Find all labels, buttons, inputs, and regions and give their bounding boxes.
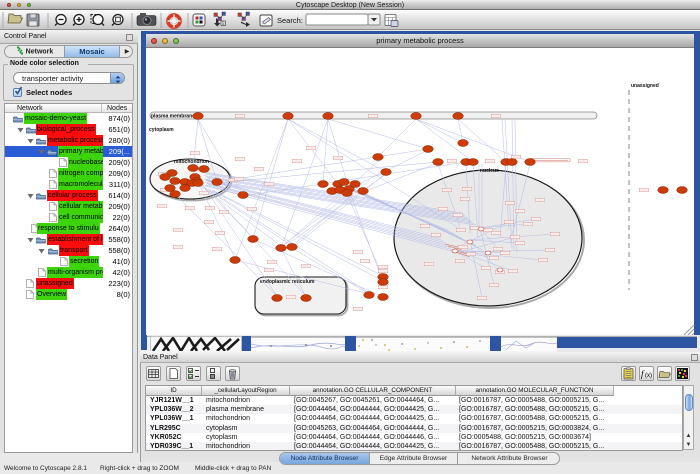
svg-text:cytoplasm: cytoplasm: [149, 127, 174, 133]
svg-text:unassigned: unassigned: [631, 83, 659, 89]
svg-text:(x): (x): [645, 373, 652, 379]
svg-text:endoplasmic reticulum: endoplasmic reticulum: [260, 279, 315, 285]
svg-text:nucleus: nucleus: [480, 168, 499, 174]
svg-text:Search:: Search:: [277, 16, 303, 25]
svg-text:mitochondrion: mitochondrion: [174, 159, 209, 165]
svg-text:plasma membrane: plasma membrane: [151, 114, 195, 120]
